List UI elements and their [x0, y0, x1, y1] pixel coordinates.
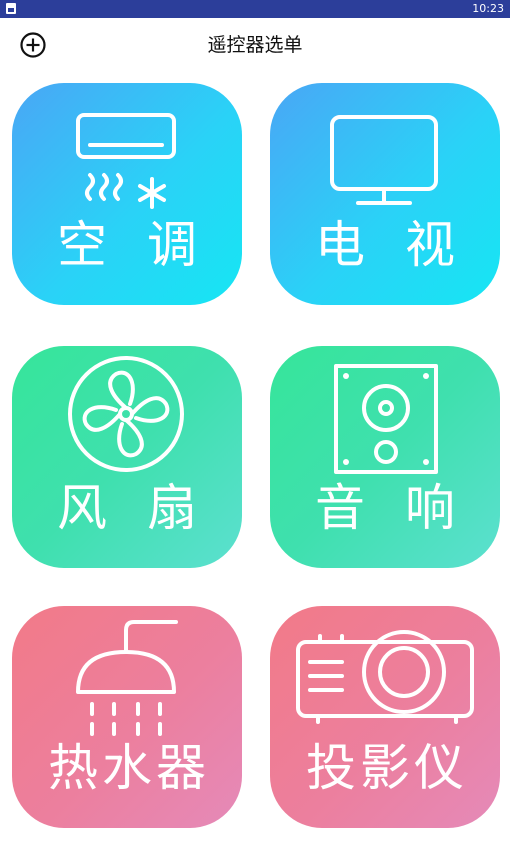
app-header: 遥控器选单 — [0, 18, 510, 74]
tile-water-heater[interactable]: 热水器 — [12, 606, 242, 828]
page-title: 遥控器选单 — [207, 34, 303, 56]
tile-label: 空调 — [57, 216, 237, 274]
tile-speaker[interactable]: 音响 — [270, 346, 500, 568]
tile-label: 投影仪 — [306, 739, 468, 797]
status-bar: 10:23 — [0, 0, 510, 18]
notification-icon — [6, 3, 16, 14]
status-time: 10:23 — [472, 2, 504, 15]
tile-projector[interactable]: 投影仪 — [270, 606, 500, 828]
tile-label: 电视 — [315, 216, 495, 274]
tile-fan[interactable]: 风扇 — [12, 346, 242, 568]
tile-label: 风扇 — [57, 479, 237, 537]
tile-air-conditioner[interactable]: 空调 — [12, 83, 242, 305]
tile-label: 热水器 — [48, 739, 210, 797]
tile-television[interactable]: 电视 — [270, 83, 500, 305]
tile-label: 音响 — [315, 479, 495, 537]
